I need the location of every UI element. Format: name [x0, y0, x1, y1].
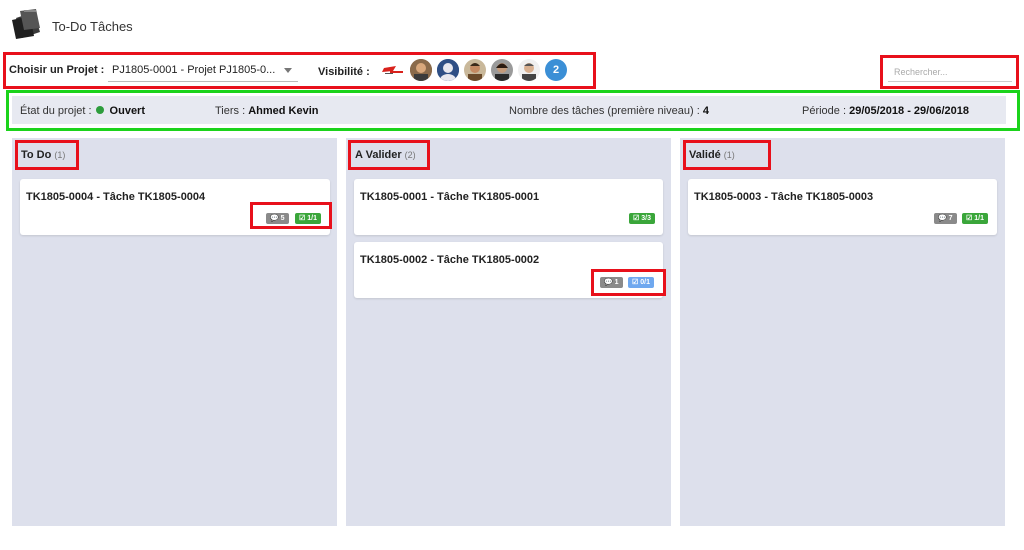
checklist-badge[interactable]: ☑ 3/3 [629, 213, 655, 224]
folders-icon [10, 8, 44, 40]
checklist-badge[interactable]: ☑ 1/1 [295, 213, 321, 224]
task-count-label: Nombre des tâches (première niveau) : [509, 105, 700, 117]
comment-icon: 💬 [604, 279, 613, 286]
comment-icon: 💬 [938, 215, 947, 222]
user-avatar[interactable] [518, 59, 540, 81]
checklist-count: 0/1 [640, 279, 650, 286]
checklist-count: 3/3 [641, 215, 651, 222]
company-logo-avatar[interactable] [382, 59, 404, 81]
visibility-label: Visibilité : [318, 66, 370, 78]
comments-badge[interactable]: 💬 1 [600, 277, 623, 288]
column-title-text: Validé [689, 149, 721, 161]
task-card-title: TK1805-0001 - Tâche TK1805-0001 [360, 191, 540, 203]
column-title-a-valider[interactable]: A Valider (2) [355, 149, 416, 161]
task-card-title: TK1805-0002 - Tâche TK1805-0002 [360, 254, 540, 266]
period-value: 29/05/2018 - 29/06/2018 [849, 105, 969, 117]
status-label: État du projet : [20, 105, 92, 117]
checklist-count: 1/1 [307, 215, 317, 222]
page-title: To-Do Tâches [52, 19, 133, 34]
comments-count: 1 [614, 279, 619, 286]
checklist-count: 1/1 [974, 215, 984, 222]
tiers-label: Tiers : [215, 105, 246, 117]
project-select-value: PJ1805-0001 - Projet PJ1805-0... [112, 64, 276, 76]
checkbox-icon: ☑ [632, 279, 639, 286]
comments-badge[interactable]: 💬 5 [266, 213, 289, 224]
tiers-value: Ahmed Kevin [248, 105, 319, 117]
project-label: Choisir un Projet : [9, 64, 105, 76]
column-title-text: A Valider [355, 149, 402, 161]
project-period: Période : 29/05/2018 - 29/06/2018 [802, 105, 969, 117]
checklist-badge[interactable]: ☑ 0/1 [628, 277, 654, 288]
task-card[interactable]: TK1805-0001 - Tâche TK1805-0001 [354, 179, 663, 235]
search-input[interactable] [888, 62, 1012, 82]
project-select[interactable]: PJ1805-0001 - Projet PJ1805-0... [108, 58, 298, 82]
status-dot-icon [95, 106, 104, 114]
project-tiers: Tiers : Ahmed Kevin [215, 105, 319, 117]
checkbox-icon: ☑ [299, 215, 306, 222]
column-title-valide[interactable]: Validé (1) [689, 149, 735, 161]
column-title-todo[interactable]: To Do (1) [21, 149, 65, 161]
column-count: (2) [404, 150, 416, 160]
column-count: (1) [723, 150, 735, 160]
chevron-down-icon [284, 68, 292, 73]
task-count: Nombre des tâches (première niveau) : 4 [509, 105, 709, 117]
comments-count: 7 [948, 215, 953, 222]
checklist-badge[interactable]: ☑ 1/1 [962, 213, 988, 224]
project-status: État du projet : Ouvert [20, 105, 145, 117]
column-title-text: To Do [21, 149, 52, 161]
user-avatar[interactable] [437, 59, 459, 81]
task-card[interactable]: TK1805-0003 - Tâche TK1805-0003 [688, 179, 997, 235]
task-card-title: TK1805-0003 - Tâche TK1805-0003 [694, 191, 874, 203]
more-users-badge[interactable]: 2 [545, 59, 567, 81]
task-count-value: 4 [702, 105, 709, 117]
checkbox-icon: ☑ [633, 215, 640, 222]
checkbox-icon: ☑ [966, 215, 973, 222]
comment-icon: 💬 [270, 215, 279, 222]
comments-badge[interactable]: 💬 7 [934, 213, 957, 224]
status-value: Ouvert [109, 105, 146, 117]
user-avatar[interactable] [491, 59, 513, 81]
column-count: (1) [54, 150, 66, 160]
user-avatar[interactable] [410, 59, 432, 81]
comments-count: 5 [280, 215, 285, 222]
period-label: Période : [802, 105, 847, 117]
user-avatar[interactable] [464, 59, 486, 81]
task-card-title: TK1805-0004 - Tâche TK1805-0004 [26, 191, 206, 203]
